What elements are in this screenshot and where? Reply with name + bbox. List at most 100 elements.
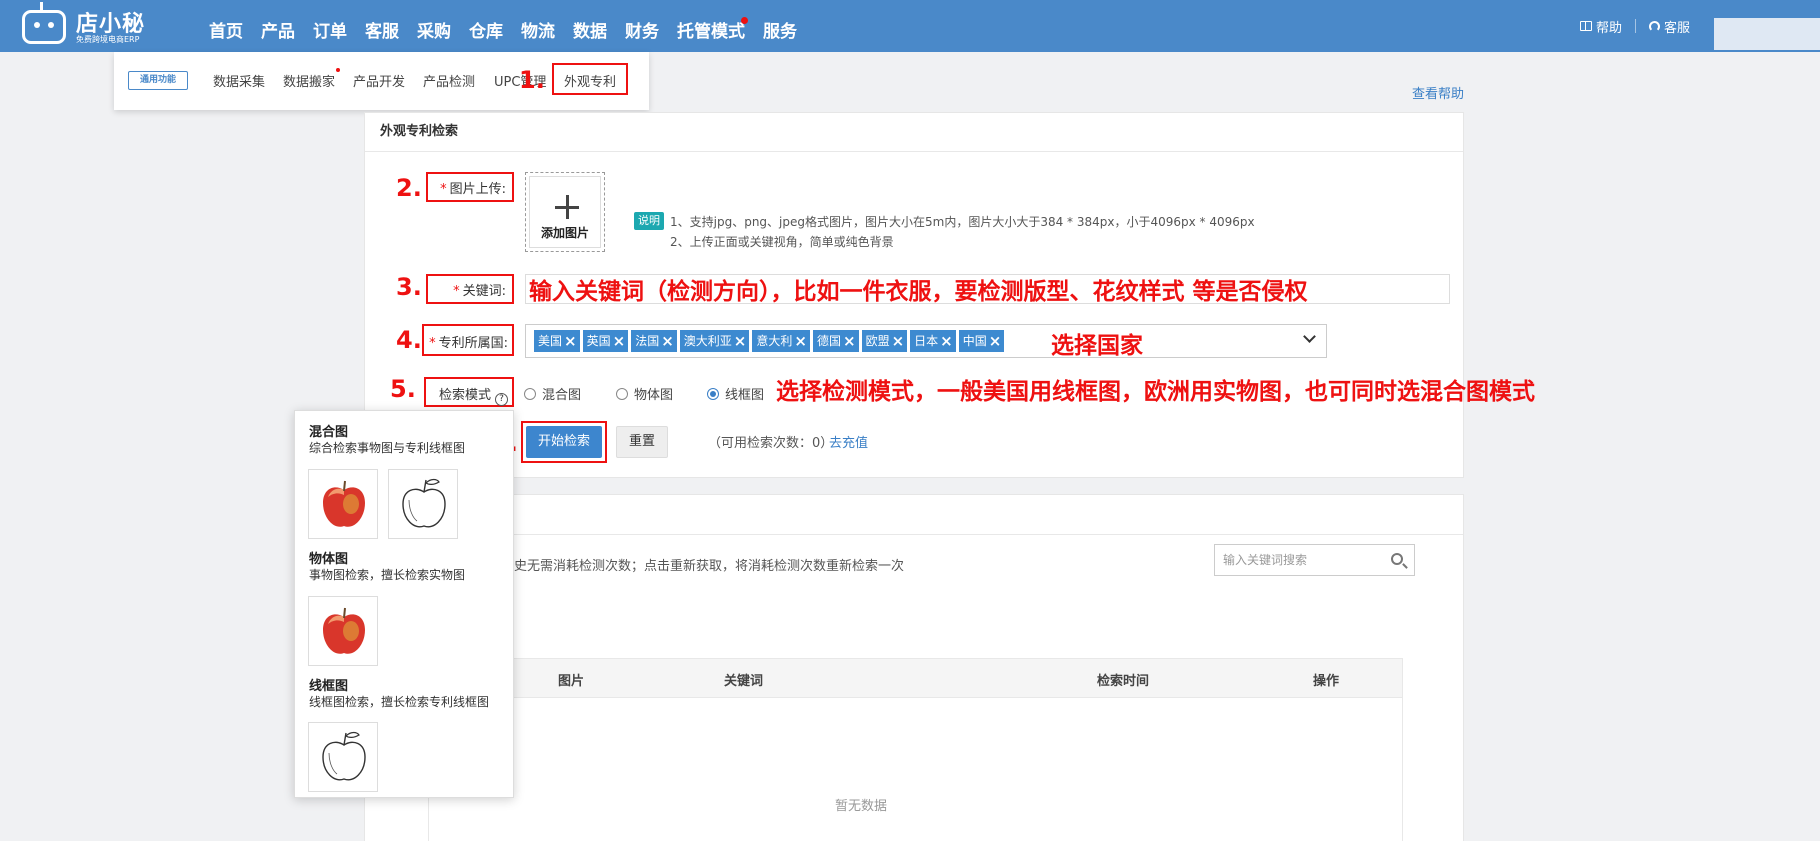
history-search-placeholder: 输入关键词搜索	[1223, 553, 1308, 567]
nav-data[interactable]: 数据	[573, 0, 607, 52]
logo-subtitle: 免费跨境电商ERP	[76, 35, 140, 44]
country-hint-annotation: 选择国家	[1051, 333, 1143, 359]
annotation-step-3: 3.	[396, 273, 422, 301]
reset-button[interactable]: 重置	[616, 426, 668, 458]
headset-icon	[1649, 20, 1661, 32]
apple-photo-image	[308, 469, 378, 539]
col-search-time: 检索时间	[1097, 674, 1150, 689]
annotation-step-5: 5.	[390, 375, 416, 403]
remove-icon[interactable]: ×	[613, 333, 626, 349]
note-tag: 说明	[634, 212, 664, 230]
nav-warehouse[interactable]: 仓库	[469, 0, 503, 52]
popup-mixed-title: 混合图	[309, 425, 349, 440]
keyword-hint-annotation: 输入关键词（检测方向），比如一件衣服，要检测版型、花纹样式 等是否侵权	[529, 279, 1308, 305]
submenu-data-migration[interactable]: 数据搬家	[283, 71, 335, 90]
remove-icon[interactable]: ×	[734, 333, 747, 349]
history-card-header	[365, 495, 1463, 535]
note-line-1: 1、支持jpg、png、jpeg格式图片，图片大小在5m内，图片大小大于384 …	[670, 215, 1255, 229]
nav-orders[interactable]: 订单	[313, 0, 347, 52]
service-link-top[interactable]: 客服	[1649, 17, 1690, 36]
country-tag[interactable]: 美国 ×	[534, 330, 580, 352]
help-link-top[interactable]: 帮助	[1580, 17, 1622, 36]
remove-icon[interactable]: ×	[892, 333, 905, 349]
apple-wireframe-image	[388, 469, 458, 539]
apple-wireframe-image	[308, 722, 378, 792]
popup-mixed-desc: 综合检索事物图与专利线框图	[309, 441, 466, 455]
nav-purchase[interactable]: 采购	[417, 0, 451, 52]
mode-hint-annotation: 选择检测模式，一般美国用线框图，欧洲用实物图，也可同时选混合图模式	[776, 379, 1535, 405]
col-keyword: 关键词	[724, 674, 764, 689]
col-image: 图片	[558, 674, 585, 689]
remove-icon[interactable]: ×	[989, 333, 1002, 349]
country-tag[interactable]: 中国 ×	[958, 330, 1005, 352]
keyword-label: * 关键词:	[453, 284, 506, 299]
general-functions-tag: 通用功能	[128, 71, 188, 90]
country-tag[interactable]: 意大利 ×	[752, 330, 810, 352]
submenu-product-dev[interactable]: 产品开发	[353, 71, 405, 90]
annotation-step-1: 1.	[519, 66, 545, 94]
country-tag[interactable]: 澳大利亚 ×	[679, 330, 750, 352]
nav-products[interactable]: 产品	[261, 0, 295, 52]
robot-logo-icon	[22, 10, 66, 44]
country-tag[interactable]: 日本 ×	[910, 330, 956, 352]
popup-object-desc: 事物图检索，擅长检索实物图	[309, 568, 466, 582]
plus-icon	[555, 195, 579, 219]
remove-icon[interactable]: ×	[843, 333, 856, 349]
popup-wireframe-title: 线框图	[309, 679, 349, 694]
country-tags: 美国 × 英国 × 法国 × 澳大利亚 × 意大利 × 德国 × 欧盟 × 日本 × 中国 ×	[534, 330, 1005, 352]
history-table-body	[428, 698, 1403, 841]
nav-services[interactable]: 服务	[763, 0, 797, 52]
col-actions: 操作	[1313, 674, 1340, 689]
new-badge-dot	[336, 68, 340, 72]
radio-icon	[524, 387, 536, 400]
apple-photo-image	[308, 596, 378, 666]
card-title: 外观专利检索	[365, 113, 1463, 152]
country-tag[interactable]: 欧盟 ×	[861, 330, 908, 352]
popup-object-title: 物体图	[309, 552, 349, 567]
note-line-2: 2、上传正面或关键视角，简单或纯色背景	[670, 235, 894, 249]
mode-help-popup: 混合图 综合检索事物图与专利线框图 物体图 事物图检索，擅长检索实物图 线框图 …	[294, 410, 514, 798]
help-label: 帮助	[1596, 20, 1623, 36]
annotation-step-2: 2.	[396, 174, 422, 202]
submenu-product-check[interactable]: 产品检测	[423, 71, 475, 90]
annotation-step-4: 4.	[396, 326, 422, 354]
nav-finance[interactable]: 财务	[625, 0, 659, 52]
radio-checked-icon	[707, 387, 719, 400]
nav-hosting-mode[interactable]: 托管模式	[677, 0, 748, 52]
country-tag[interactable]: 法国 ×	[631, 330, 677, 352]
radio-mixed[interactable]: 混合图	[524, 384, 581, 403]
radio-wireframe[interactable]: 线框图	[707, 384, 764, 403]
country-tag[interactable]: 英国 ×	[582, 330, 629, 352]
submenu-data-collection[interactable]: 数据采集	[213, 71, 265, 90]
remove-icon[interactable]: ×	[661, 333, 674, 349]
nav-customer-service[interactable]: 客服	[365, 0, 399, 52]
remove-icon[interactable]: ×	[564, 333, 577, 349]
top-user-area[interactable]	[1714, 18, 1820, 50]
remove-icon[interactable]: ×	[794, 333, 807, 349]
view-help-link[interactable]: 查看帮助	[1412, 83, 1464, 102]
start-search-button[interactable]: 开始检索	[526, 426, 602, 458]
recharge-link[interactable]: 去充值	[829, 432, 868, 451]
radio-object[interactable]: 物体图	[616, 384, 673, 403]
remove-icon[interactable]: ×	[940, 333, 953, 349]
service-label: 客服	[1664, 20, 1691, 36]
popup-wireframe-desc: 线框图检索，擅长检索专利线框图	[309, 695, 490, 709]
nav-logistics[interactable]: 物流	[521, 0, 555, 52]
app-logo[interactable]: 店小秘 免费跨境电商ERP	[20, 2, 150, 48]
nav-home[interactable]: 首页	[209, 0, 243, 52]
empty-state: 暂无数据	[835, 799, 888, 814]
upload-label: * 图片上传:	[440, 182, 506, 197]
add-image-label: 添加图片	[540, 226, 589, 240]
top-nav-bar: 店小秘 免费跨境电商ERP 首页 产品 订单 客服 采购 仓库 物流 数据 财务…	[0, 0, 1820, 52]
main-nav: 首页 产品 订单 客服 采购 仓库 物流 数据 财务 托管模式 服务	[200, 0, 806, 52]
country-label: * 专利所属国:	[429, 336, 508, 351]
country-tag[interactable]: 德国 ×	[812, 330, 859, 352]
search-icon[interactable]	[1391, 553, 1403, 565]
mode-label: 检索模式?	[428, 384, 508, 406]
question-icon[interactable]: ?	[495, 393, 508, 406]
remaining-count: （可用检索次数：0）	[708, 436, 834, 451]
image-upload-box[interactable]: 添加图片	[525, 172, 605, 252]
book-icon	[1580, 21, 1592, 31]
history-note: 史无需消耗检测次数；点击重新获取，将消耗检测次数重新检索一次	[514, 559, 905, 574]
radio-icon	[616, 387, 628, 400]
